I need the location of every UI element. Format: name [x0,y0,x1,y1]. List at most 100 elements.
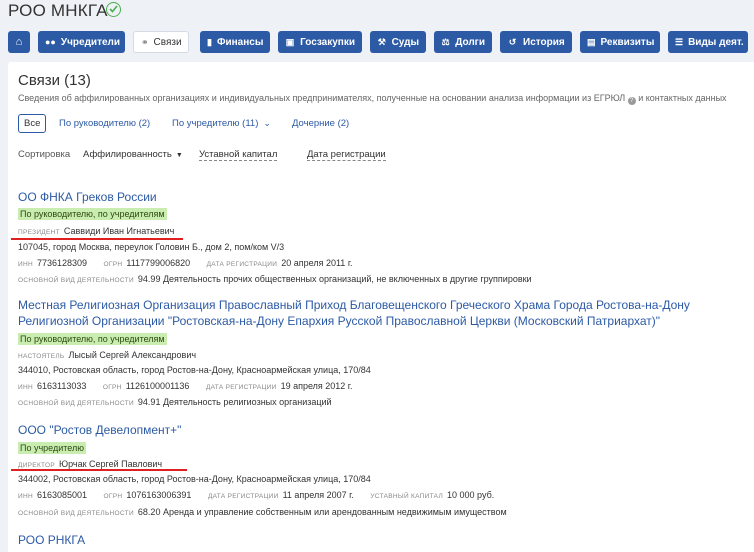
chevron-down-icon: ⌄ [263,118,271,128]
ogrn-label: ОГРН [102,384,122,391]
section-description: Сведения об аффилированных организациях … [18,93,727,105]
gavel-icon: ⚒ [377,36,386,47]
ogrn-label: ОГРН [103,493,123,500]
entity-ids-row: ИНН 6163113033 ОГРН 1126100001136 ДАТА РЕГ… [18,381,367,391]
filter-by-director[interactable]: По руководителю (2) [59,118,150,129]
nav-history-label: История [523,36,565,48]
reg-date-label: ДАТА РЕГИСТРАЦИИ [207,493,279,500]
activity-value: 68.20 Аренда и управление собственным ил… [137,507,507,517]
ogrn-value: 1117799006820 [126,258,191,268]
reg-date-value: 20 апреля 2011 г. [281,258,353,268]
entity-name-link[interactable]: ОО ФНКА Греков России [18,190,157,204]
role-label: ПРЕЗИДЕНТ [18,229,60,236]
document-icon: ▤ [587,36,596,47]
nav-finance-label: Финансы [216,36,264,48]
ogrn-value: 1076163006391 [126,490,192,500]
entity-name-link[interactable]: Местная Религиозная Организация Правосла… [18,298,690,312]
ogrn-label: ОГРН [103,261,123,268]
nav-links-label: Связи [153,36,182,48]
inn-label: ИНН [18,384,33,391]
links-panel: Связи (13) Сведения об аффилированных ор… [8,62,754,552]
red-underline-mark [11,238,183,240]
entity-person-row: НАСТОЯТЕЛЬ Лысый Сергей Александрович [18,350,196,360]
role-label: НАСТОЯТЕЛЬ [18,353,65,360]
role-label: ДИРЕКТОР [18,462,56,469]
red-underline-mark [11,469,187,471]
inn-value: 7736128309 [36,258,88,268]
chart-icon: ▮ [207,36,212,47]
nav-activities-label: Виды деят. [688,36,744,48]
top-bar: РОО МНКГА ⌂ ●● Учредители ⚭ Связи ▮ Фина… [0,0,754,62]
person-name: Лысый Сергей Александрович [68,350,197,360]
entity-person-row: ПРЕЗИДЕНТ Саввиди Иван Игнатьевич [18,226,174,236]
inn-value: 6163113033 [36,381,87,391]
entity-person-row: ДИРЕКТОР Юрчак Сергей Павлович [18,459,162,469]
sort-capital[interactable]: Уставной капитал [199,149,278,161]
caret-down-icon: ▼ [175,152,183,159]
capital-label: УСТАВНЫЙ КАПИТАЛ [370,493,444,500]
nav-courts-button[interactable]: ⚒ Суды [370,31,426,53]
inn-label: ИНН [18,261,33,268]
nav-finance-button[interactable]: ▮ Финансы [200,31,270,53]
person-name: Саввиди Иван Игнатьевич [63,226,175,236]
link-icon: ⚭ [141,36,149,47]
reg-date-label: ДАТА РЕГИСТРАЦИИ [205,384,277,391]
filter-all[interactable]: Все [18,114,47,133]
nav-requisites-button[interactable]: ▤ Реквизиты [580,31,660,53]
activity-value: 94.99 Деятельность прочих общественных о… [137,274,532,284]
nav-debts-label: Долги [455,36,485,48]
section-description-tail: и контактных данных [638,93,727,103]
entity-relation-badge: По учредителю [18,442,86,454]
filter-subsidiaries[interactable]: Дочерние (2) [292,118,349,129]
home-icon: ⌂ [15,36,23,48]
nav-founders-button[interactable]: ●● Учредители [38,31,125,53]
nav-activities-button[interactable]: ☰ Виды деят. [668,31,748,53]
verified-check-icon [106,2,121,17]
entity-activity-row: ОСНОВНОЙ ВИД ДЕЯТЕЛЬНОСТИ 94.91 Деятельно… [18,397,332,407]
sort-label: Сортировка [18,149,71,160]
nav-founders-label: Учредители [60,36,121,48]
procurement-icon: ▣ [285,36,295,47]
nav-procurement-label: Госзакупки [300,36,355,48]
users-icon: ●● [45,37,56,47]
inn-label: ИНН [18,493,33,500]
sort-affiliation-label: Аффилированность [83,149,172,160]
person-name: Юрчак Сергей Павлович [59,459,163,469]
entity-relation-badge: По руководителю, по учредителям [18,208,167,220]
nav-home-button[interactable]: ⌂ [8,31,30,53]
entity-address: 344010, Ростовская область, город Ростов… [18,365,371,375]
filter-by-founder-label: По учредителю (11) [172,118,259,129]
sort-affiliation[interactable]: Аффилированность ▼ [83,149,183,160]
reg-date-value: 19 апреля 2012 г. [280,381,353,391]
entity-ids-row: ИНН 7736128309 ОГРН 1117799006820 ДАТА РЕГ… [18,258,367,268]
history-icon: ↺ [508,36,517,47]
nav-links-button[interactable]: ⚭ Связи [133,31,189,53]
entity-relation-badge: По руководителю, по учредителям [18,333,167,345]
activity-value: 94.91 Деятельность религиозных организац… [137,397,332,407]
inn-value: 6163085001 [36,490,88,500]
reg-date-label: ДАТА РЕГИСТРАЦИИ [206,261,278,268]
entity-name-link-line2[interactable]: Религиозной Организации "Ростовская-на-Д… [18,314,660,328]
filter-by-founder[interactable]: По учредителю (11) ⌄ [172,118,271,129]
entity-address: 344002, Ростовская область, город Ростов… [18,474,371,484]
reg-date-value: 11 апреля 2007 г. [282,490,354,500]
nav-debts-button[interactable]: ⚖ Долги [434,31,492,53]
entity-name-link[interactable]: ООО "Ростов Девелопмент+" [18,423,181,437]
scales-icon: ⚖ [441,36,450,47]
nav-procurement-button[interactable]: ▣ Госзакупки [278,31,362,53]
info-icon[interactable]: ? [627,97,636,105]
entity-address: 107045, город Москва, переулок Головин Б… [18,242,285,252]
organization-title: РОО МНКГА [8,1,108,20]
sort-reg-date[interactable]: Дата регистрации [307,149,386,161]
activity-label: ОСНОВНОЙ ВИД ДЕЯТЕЛЬНОСТИ [18,400,134,407]
entity-name-link[interactable]: РОО РНКГА [18,533,85,547]
entity-ids-row: ИНН 6163085001 ОГРН 1076163006391 ДАТА РЕГ… [18,490,508,500]
activity-label: ОСНОВНОЙ ВИД ДЕЯТЕЛЬНОСТИ [18,277,134,284]
section-description-text: Сведения об аффилированных организациях … [18,93,626,103]
entity-activity-row: ОСНОВНОЙ ВИД ДЕЯТЕЛЬНОСТИ 94.99 Деятельно… [18,274,532,284]
capital-value: 10 000 руб. [447,490,495,500]
ogrn-value: 1126100001136 [125,381,190,391]
activity-label: ОСНОВНОЙ ВИД ДЕЯТЕЛЬНОСТИ [18,510,134,517]
nav-history-button[interactable]: ↺ История [500,31,572,53]
nav-courts-label: Суды [391,36,419,48]
